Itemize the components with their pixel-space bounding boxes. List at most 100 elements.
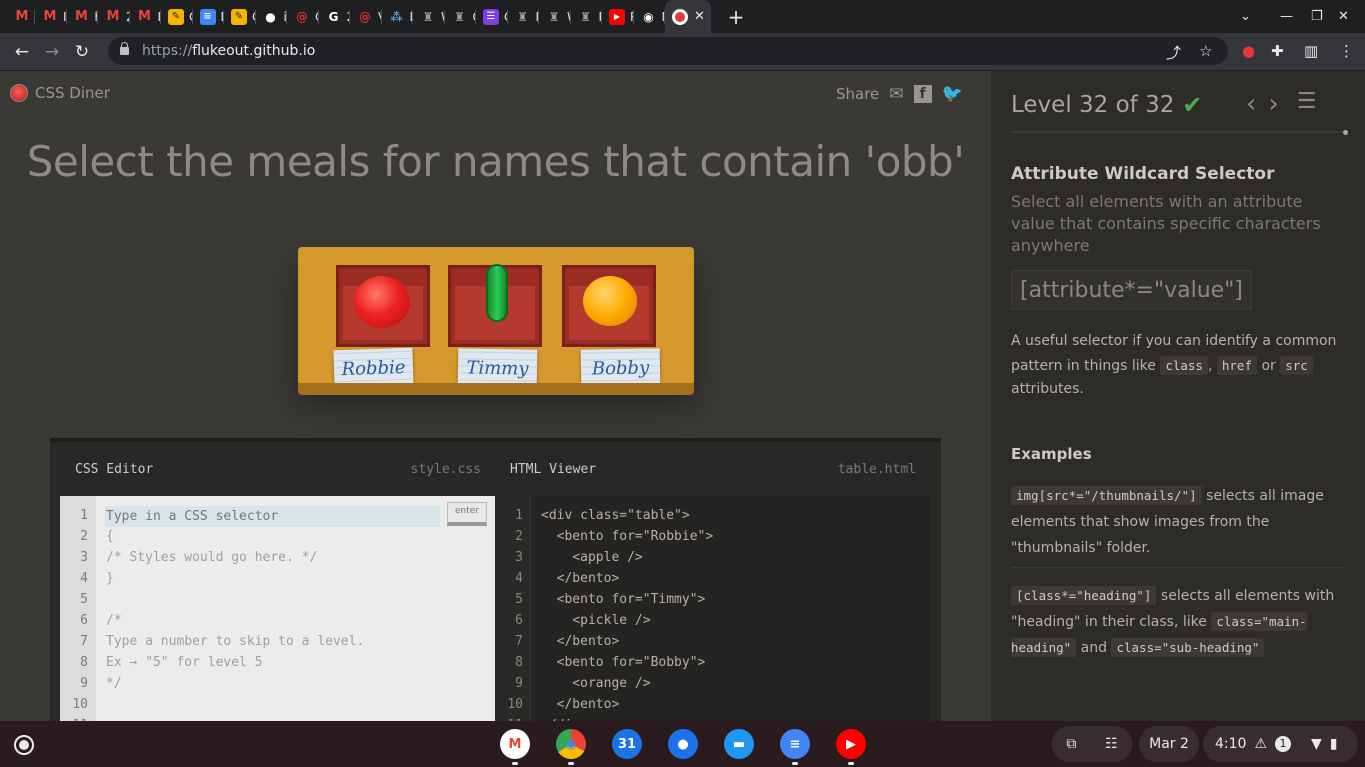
tab-2[interactable]: Mhe	[67, 0, 98, 33]
tab-1[interactable]: MInl	[35, 0, 67, 33]
css-diner-favicon-icon	[672, 8, 688, 25]
gmail-icon: M	[106, 9, 120, 24]
html-code-line[interactable]: <pickle />	[541, 613, 650, 628]
html-line-number: 5	[515, 592, 523, 607]
forward-button[interactable]: →	[37, 42, 67, 62]
twitter-icon[interactable]: 🐦	[942, 84, 963, 104]
pickle-icon[interactable]	[486, 264, 508, 322]
site-logo[interactable]: CSS Diner	[10, 84, 110, 102]
side-panel-icon[interactable]: ▥	[1304, 42, 1318, 60]
tab-17[interactable]: ♜W	[539, 0, 571, 33]
css-line-number: 6	[80, 613, 88, 628]
tab-9[interactable]: @Co	[287, 0, 319, 33]
tab-12[interactable]: ⁂Lo	[382, 0, 413, 33]
level-header: Level 32 of 32 ✔	[1011, 91, 1202, 119]
site-name: CSS Diner	[35, 84, 110, 102]
tab-4[interactable]: MInv	[130, 0, 161, 33]
html-code-line[interactable]: <orange />	[541, 676, 650, 691]
order-heading: Select the meals for names that contain …	[26, 137, 965, 186]
html-code-line[interactable]: <bento for="Robbie">	[541, 529, 714, 544]
css-line-number: 10	[72, 697, 88, 712]
launcher-button[interactable]	[14, 735, 34, 755]
html-viewer: 1234567891011<div class="table"> <bento …	[495, 496, 930, 721]
tab-active[interactable]: ✕	[665, 0, 711, 33]
html-code-line[interactable]: </bento>	[541, 634, 620, 649]
apple-icon[interactable]	[354, 276, 410, 328]
back-button[interactable]: ←	[7, 42, 37, 62]
html-code-line[interactable]: <bento for="Bobby">	[541, 655, 706, 670]
html-code-line[interactable]: </bento>	[541, 697, 620, 712]
tab-11[interactable]: @Vi	[350, 0, 382, 33]
date-tray[interactable]: Mar 2	[1139, 726, 1199, 762]
screen-capture-icon[interactable]: ⧉	[1066, 736, 1076, 752]
extension-record-icon[interactable]: ●	[1242, 42, 1255, 60]
url-field[interactable]: https://flukeout.github.io ⤴ ☆	[108, 37, 1228, 65]
ghost-icon: ♜	[422, 9, 434, 24]
files-app-icon[interactable]: ▬	[724, 729, 754, 759]
gmail-app-icon[interactable]: M	[500, 729, 530, 759]
examples-heading: Examples	[1011, 445, 1092, 463]
facebook-icon[interactable]: f	[913, 85, 932, 103]
email-icon[interactable]: ✉	[889, 84, 903, 104]
minimize-icon[interactable]: —	[1280, 0, 1293, 33]
tab-search-icon[interactable]: ⌄	[1240, 0, 1251, 33]
calendar-app-icon[interactable]: 31	[612, 729, 642, 759]
restore-icon[interactable]: ❐	[1311, 0, 1323, 33]
orange-icon[interactable]	[583, 276, 637, 326]
new-tab-button[interactable]: +	[721, 5, 751, 29]
tasks-icon[interactable]: ☷	[1105, 736, 1118, 752]
menu-kebab-icon[interactable]: ⋮	[1339, 42, 1354, 60]
next-level-icon[interactable]: ›	[1268, 89, 1278, 119]
tab-20[interactable]: ◉Ne	[634, 0, 665, 33]
youtube-app-icon[interactable]: ▶	[836, 729, 866, 759]
tab-14[interactable]: ♜Gi	[445, 0, 476, 33]
css-code-line: Ex → "5" for level 5	[106, 655, 263, 670]
tab-13[interactable]: ♜W	[413, 0, 445, 33]
status-tray[interactable]: 4:10 ⚠ 1 ▼ ▮	[1203, 726, 1358, 762]
tab-18[interactable]: ♜Pr	[571, 0, 602, 33]
bento-bobby[interactable]	[562, 265, 656, 347]
messages-app-icon[interactable]: ●	[668, 729, 698, 759]
html-code-line[interactable]: </bento>	[541, 571, 620, 586]
level-menu-icon[interactable]: ☰	[1297, 89, 1317, 119]
extensions-puzzle-icon[interactable]: ✚	[1271, 42, 1284, 60]
tab-8[interactable]: ●ifs	[256, 0, 287, 33]
tab-15[interactable]: ☰Gi	[476, 0, 508, 33]
name-tag-bobby: Bobby	[580, 348, 661, 388]
tab-strip: MInlMInlMheM20MInv✎Co≡Ev✎Co●ifs@CoG2 I@V…	[0, 0, 1365, 33]
game-area: CSS Diner Share ✉ f 🐦 Select the meals f…	[0, 71, 991, 721]
tab-10[interactable]: G2 I	[319, 0, 350, 33]
tab-5[interactable]: ✎Co	[161, 0, 193, 33]
html-line-number: 2	[515, 529, 523, 544]
html-code-line[interactable]: <apple />	[541, 550, 642, 565]
running-indicator	[792, 762, 798, 765]
bento-timmy[interactable]	[448, 264, 542, 347]
tab-3[interactable]: M20	[98, 0, 130, 33]
tab-7[interactable]: ✎Co	[224, 0, 256, 33]
bookmark-star-icon[interactable]: ☆	[1199, 42, 1212, 60]
css-code-line: }	[106, 571, 114, 586]
css-code-line: /*	[106, 613, 122, 628]
css-line-number: 9	[80, 676, 88, 691]
chrome-app-icon[interactable]: ◉	[556, 729, 586, 759]
page: CSS Diner Share ✉ f 🐦 Select the meals f…	[0, 71, 1365, 721]
reload-button[interactable]: ↻	[67, 42, 97, 62]
tray-tools[interactable]: ⧉ ☷	[1052, 726, 1132, 762]
tab-6[interactable]: ≡Ev	[193, 0, 224, 33]
close-window-icon[interactable]: ✕	[1338, 0, 1349, 33]
tab-16[interactable]: ♜Pu	[508, 0, 539, 33]
previous-level-icon[interactable]: ‹	[1246, 89, 1256, 119]
close-tab-icon[interactable]: ✕	[694, 9, 705, 24]
enter-button[interactable]: enter	[447, 502, 487, 526]
running-indicator	[512, 762, 518, 765]
html-code-line[interactable]: <div class="table">	[541, 508, 690, 523]
html-code-line[interactable]: <bento for="Timmy">	[541, 592, 706, 607]
docs-app-icon[interactable]: ≡	[780, 729, 810, 759]
tab-19[interactable]: ▶Re	[602, 0, 634, 33]
spiral-icon: @	[359, 9, 371, 24]
ghost-icon: ♜	[517, 9, 528, 24]
css-selector-input[interactable]	[105, 506, 440, 527]
share-icon[interactable]: ⤴	[1166, 42, 1181, 63]
tab-0[interactable]: MInl	[0, 0, 35, 33]
bento-robbie[interactable]	[336, 265, 430, 347]
